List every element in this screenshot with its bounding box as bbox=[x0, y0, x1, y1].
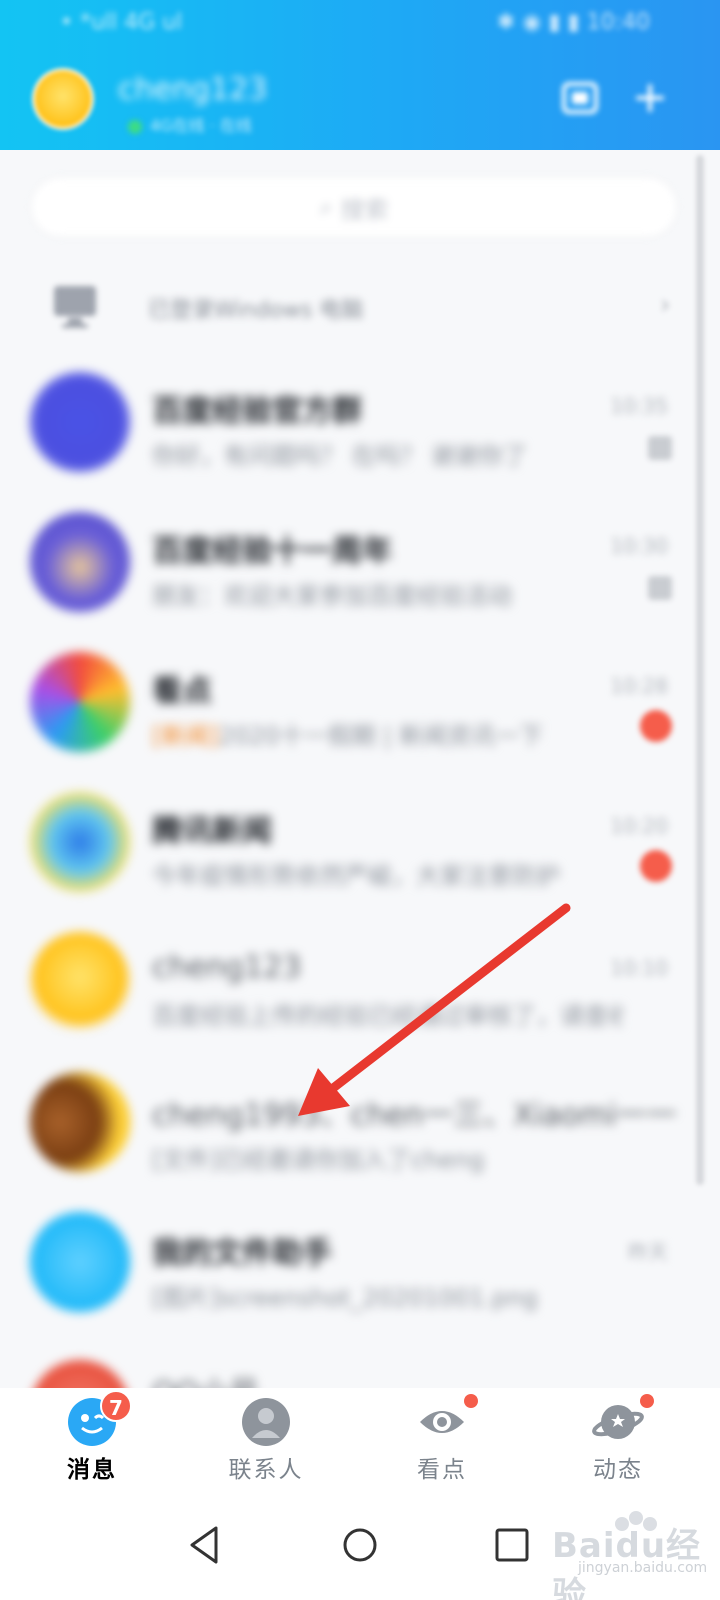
conversation-time: 10:10 bbox=[610, 956, 668, 980]
conversation-name: 我的文件助手 bbox=[152, 1236, 332, 1271]
avatar bbox=[30, 512, 130, 612]
profile-avatar[interactable] bbox=[32, 68, 94, 130]
preview-tag: [新闻] bbox=[152, 722, 219, 750]
device-login-row[interactable]: 已登录Windows 电脑 › bbox=[0, 270, 700, 346]
unread-badge bbox=[640, 850, 672, 882]
recents-icon[interactable] bbox=[487, 1520, 537, 1570]
watermark-url: jingyan.baidu.com bbox=[578, 1560, 708, 1576]
conversation-name: QQ小号 bbox=[152, 1368, 259, 1388]
conversation-item[interactable]: 我的文件助手 [图片]screenshot_20201001.png 昨天 bbox=[0, 1192, 696, 1332]
messages-count-badge: 7 bbox=[100, 1390, 132, 1422]
bottom-tab-bar: 7 消息 联系人 看点 动态 bbox=[0, 1388, 720, 1492]
conversation-preview: [文件]已经邀请你加入了cheng bbox=[152, 1146, 485, 1174]
chevron-right-icon: › bbox=[660, 290, 671, 320]
conversation-item[interactable]: 百度经验官方群 你好，有问题吗？ 在吗？ 谢谢你了 10:35 bbox=[0, 352, 696, 492]
tab-label: 消息 bbox=[67, 1457, 117, 1483]
moments-dot-badge bbox=[638, 1392, 656, 1410]
unread-badge bbox=[640, 710, 672, 742]
conversation-name: cheng1993、chen一三、Xiaomi一一 bbox=[152, 1098, 677, 1133]
conversation-preview: [新闻]2020十一假期 | 新闻资讯一下 bbox=[152, 716, 622, 751]
mute-icon bbox=[648, 576, 672, 600]
conversation-item[interactable]: QQ小号 bbox=[0, 1332, 696, 1388]
add-icon[interactable] bbox=[630, 78, 670, 118]
tab-moments[interactable]: 动态 bbox=[558, 1388, 678, 1492]
avatar bbox=[30, 1360, 130, 1388]
scan-icon[interactable] bbox=[560, 78, 600, 118]
device-login-text: 已登录Windows 电脑 bbox=[148, 298, 364, 323]
online-dot bbox=[128, 119, 142, 134]
back-icon[interactable] bbox=[180, 1520, 230, 1570]
conversation-name: 腾讯新闻 bbox=[152, 814, 272, 849]
watermark-text: Baidu经验 bbox=[552, 1526, 702, 1600]
status-bar: • *ull 4G ul ✱ ◉ ▮ ▮ 10:40 bbox=[0, 0, 720, 46]
conversation-name: cheng123 bbox=[152, 950, 302, 985]
search-input[interactable]: ⌕ 搜索 bbox=[32, 178, 676, 236]
planet-icon bbox=[592, 1405, 644, 1439]
conversation-name: 看点 bbox=[152, 674, 212, 709]
conversation-preview: 百度经验上传的经验已经通过审核了，请查收 bbox=[152, 1002, 622, 1030]
contacts-icon bbox=[242, 1398, 290, 1446]
profile-name[interactable]: cheng123 bbox=[118, 72, 267, 107]
tab-label: 联系人 bbox=[228, 1457, 304, 1483]
conversation-preview: [图片]screenshot_20201001.png bbox=[152, 1284, 538, 1312]
conversation-preview: 朋友：欢迎大家参加百度经验活动 bbox=[152, 582, 512, 610]
search-placeholder: 搜索 bbox=[340, 195, 389, 224]
app-header: • *ull 4G ul ✱ ◉ ▮ ▮ 10:40 cheng123 4G在线… bbox=[0, 0, 720, 150]
conversation-preview: 今年疫情形势依然严峻，大家注意防护 bbox=[152, 862, 560, 890]
avatar bbox=[30, 372, 130, 472]
conversation-time: 10:30 bbox=[610, 534, 668, 558]
computer-icon bbox=[54, 286, 96, 328]
conversation-item[interactable]: 腾讯新闻 今年疫情形势依然严峻，大家注意防护 10:20 bbox=[0, 772, 696, 912]
conversation-time: 10:20 bbox=[610, 814, 668, 838]
tab-watch[interactable]: 看点 bbox=[382, 1388, 502, 1492]
avatar bbox=[30, 792, 130, 892]
conversation-item[interactable]: cheng123 百度经验上传的经验已经通过审核了，请查收 10:10 bbox=[0, 912, 696, 1052]
tab-label: 看点 bbox=[417, 1457, 467, 1483]
conversation-time: 昨天 bbox=[628, 1240, 668, 1264]
search-icon: ⌕ bbox=[319, 193, 341, 221]
preview-text: 2020十一假期 | 新闻资讯一下 bbox=[218, 722, 544, 750]
conversation-item[interactable]: cheng1993、chen一三、Xiaomi一一 [文件]已经邀请你加入了ch… bbox=[0, 1052, 696, 1192]
watch-dot-badge bbox=[462, 1392, 480, 1410]
status-right: ✱ ◉ ▮ ▮ 10:40 bbox=[496, 10, 650, 35]
tab-contacts[interactable]: 联系人 bbox=[206, 1388, 326, 1492]
avatar bbox=[30, 932, 130, 1032]
conversation-item[interactable]: 百度经验十一周年 朋友：欢迎大家参加百度经验活动 10:30 bbox=[0, 492, 696, 632]
tab-messages[interactable]: 7 消息 bbox=[32, 1388, 152, 1492]
avatar bbox=[30, 652, 130, 752]
conversation-preview: 你好，有问题吗？ 在吗？ 谢谢你了 bbox=[152, 442, 528, 470]
tab-label: 动态 bbox=[593, 1457, 643, 1483]
home-icon[interactable] bbox=[335, 1520, 385, 1570]
conversation-time: 10:28 bbox=[610, 674, 668, 698]
status-left: • *ull 4G ul bbox=[60, 10, 183, 35]
eye-icon bbox=[420, 1411, 464, 1433]
conversation-item[interactable]: 看点 [新闻]2020十一假期 | 新闻资讯一下 10:28 bbox=[0, 632, 696, 772]
conversation-name: 百度经验官方群 bbox=[152, 394, 362, 429]
conversation-time: 10:35 bbox=[610, 394, 668, 418]
conversation-name: 百度经验十一周年 bbox=[152, 534, 392, 569]
avatar bbox=[30, 1072, 130, 1172]
mute-icon bbox=[648, 436, 672, 460]
avatar bbox=[30, 1212, 130, 1312]
profile-status-text: 4G在线 · 在线 bbox=[150, 116, 252, 135]
profile-status[interactable]: 4G在线 · 在线 bbox=[128, 112, 252, 136]
